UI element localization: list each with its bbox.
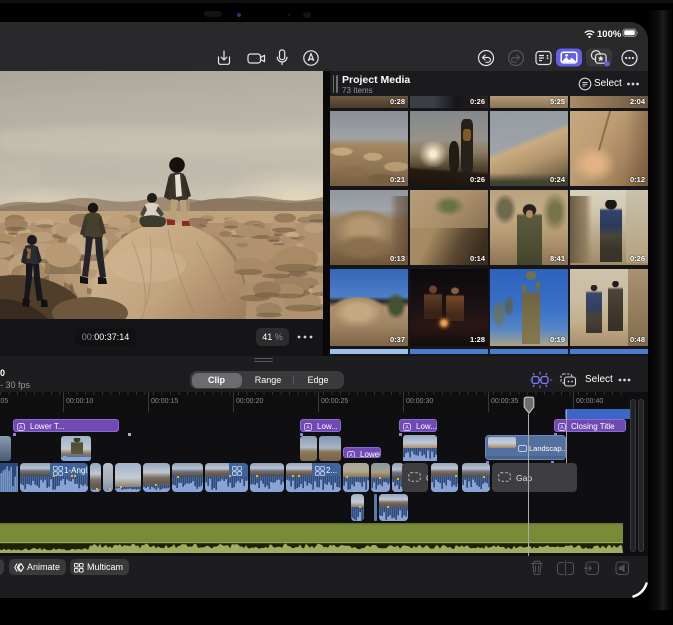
svg-text:100%: 100% bbox=[597, 29, 622, 39]
svg-text:A: A bbox=[306, 425, 310, 431]
svg-text:A: A bbox=[19, 425, 23, 431]
svg-text:A: A bbox=[405, 425, 409, 431]
svg-text:A: A bbox=[560, 425, 564, 431]
svg-text:A: A bbox=[349, 453, 353, 459]
